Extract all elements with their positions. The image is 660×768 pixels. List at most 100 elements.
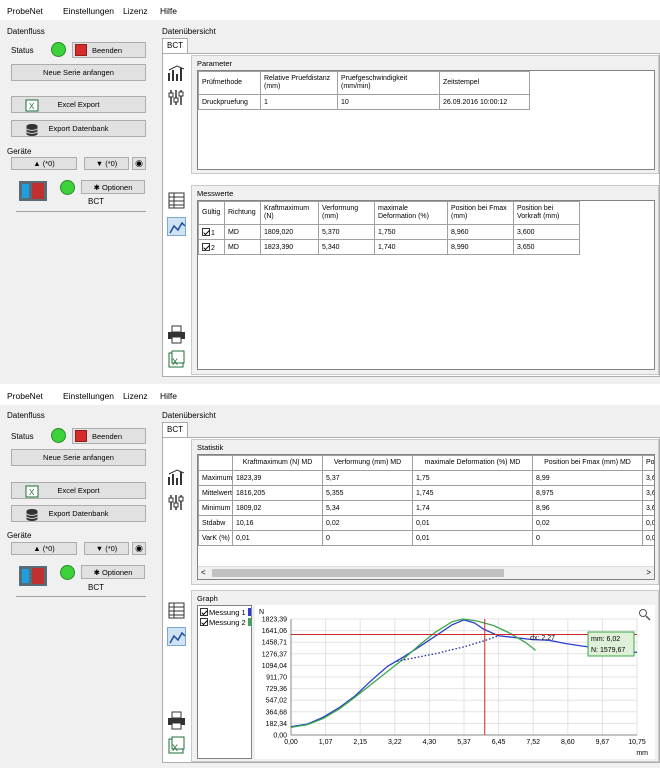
legend-checkbox[interactable] xyxy=(200,618,208,626)
excel-export-icon[interactable]: X xyxy=(167,350,186,369)
stat-cell[interactable]: 0 xyxy=(322,530,413,546)
mess-cell[interactable]: 8,960 xyxy=(447,224,514,240)
stat-cell[interactable]: 0 xyxy=(532,530,643,546)
scroll-left-icon[interactable]: < xyxy=(201,568,206,577)
legend-checkbox[interactable] xyxy=(200,608,208,616)
table-icon[interactable] xyxy=(167,191,186,210)
force-deformation-chart[interactable]: 0,00 1,07 2,15 3,22 4,30 5,37 6,45 7,52 8,60 9,67… xyxy=(255,605,655,759)
stat-cell[interactable]: 5,34 xyxy=(322,500,413,516)
stat-cell[interactable]: 0,01 xyxy=(232,530,323,546)
up-button[interactable]: ▲ (*0) xyxy=(11,157,77,170)
stat-cell[interactable]: 3,6 xyxy=(642,500,654,516)
stat-cell[interactable]: 0,01 xyxy=(642,530,654,546)
beenden-button[interactable]: Beenden xyxy=(72,42,146,58)
stat-cell[interactable]: 10,16 xyxy=(232,515,323,531)
sliders-icon[interactable] xyxy=(167,493,186,512)
stat-cell[interactable]: 0,01 xyxy=(412,515,533,531)
stat-cell[interactable]: 0,02 xyxy=(532,515,643,531)
table-row[interactable]: 2 MD 1823,390 5,340 1,740 8,990 3,650 xyxy=(198,239,580,255)
statistics-icon[interactable] xyxy=(167,64,186,83)
menu-einstellungen[interactable]: Einstellungen xyxy=(63,6,114,16)
tab-bct[interactable]: BCT xyxy=(162,38,188,54)
stat-cell[interactable]: 0,02 xyxy=(322,515,413,531)
mess-cell[interactable]: 5,340 xyxy=(318,239,375,255)
mess-cell[interactable]: 1,740 xyxy=(374,239,448,255)
table-row[interactable]: Minimum 1809,02 5,34 1,74 8,96 3,6 xyxy=(198,500,654,516)
excel-export-icon[interactable]: X xyxy=(167,736,186,755)
graph-canvas[interactable]: 0,00 1,07 2,15 3,22 4,30 5,37 6,45 7,52 8,60 9,67… xyxy=(255,605,655,759)
stat-cell[interactable]: 8,975 xyxy=(532,485,643,501)
mess-cell[interactable]: 3,650 xyxy=(513,239,580,255)
valid-cell[interactable]: 1 xyxy=(198,224,225,240)
eye-button[interactable]: ◉ xyxy=(132,157,146,170)
mess-cell[interactable]: 1809,020 xyxy=(260,224,319,240)
statistics-icon[interactable] xyxy=(167,468,186,487)
menu-einstellungen[interactable]: Einstellungen xyxy=(63,391,114,401)
legend-item-messung-1[interactable]: Messung 1 xyxy=(200,608,251,617)
down-button[interactable]: ▼ (*0) xyxy=(84,542,129,555)
export-datenbank-button[interactable]: Export Datenbank xyxy=(11,120,146,137)
neue-serie-button[interactable]: Neue Serie anfangen xyxy=(11,64,146,81)
stat-cell[interactable]: 1,75 xyxy=(412,470,533,486)
horizontal-scrollbar[interactable]: < > xyxy=(198,566,654,579)
param-cell[interactable]: 10 xyxy=(337,94,440,110)
zoom-icon[interactable] xyxy=(639,609,651,621)
eye-button[interactable]: ◉ xyxy=(132,542,146,555)
down-button[interactable]: ▼ (*0) xyxy=(84,157,129,170)
menu-lizenz[interactable]: Lizenz xyxy=(123,391,148,401)
menu-hilfe[interactable]: Hilfe xyxy=(160,6,177,16)
stat-cell[interactable]: 3,65 xyxy=(642,470,654,486)
stat-cell[interactable]: 1,74 xyxy=(412,500,533,516)
neue-serie-button[interactable]: Neue Serie anfangen xyxy=(11,449,146,466)
stat-cell[interactable]: 5,37 xyxy=(322,470,413,486)
mess-cell[interactable]: 8,990 xyxy=(447,239,514,255)
graph-icon[interactable] xyxy=(167,627,186,646)
valid-checkbox[interactable] xyxy=(202,242,210,251)
beenden-button[interactable]: Beenden xyxy=(72,428,146,444)
table-row[interactable]: VarK (%)0,0100,0100,01 xyxy=(198,530,654,546)
stat-cell[interactable]: 1,745 xyxy=(412,485,533,501)
stat-cell[interactable]: 3,62 xyxy=(642,485,654,501)
param-cell[interactable]: 26.09.2016 10:00:12 xyxy=(439,94,530,110)
menu-lizenz[interactable]: Lizenz xyxy=(123,6,148,16)
mess-cell[interactable]: 1,750 xyxy=(374,224,448,240)
table-icon[interactable] xyxy=(167,601,186,620)
stat-cell[interactable]: 1809,02 xyxy=(232,500,323,516)
valid-cell[interactable]: 2 xyxy=(198,239,225,255)
param-cell[interactable]: Druckpruefung xyxy=(198,94,261,110)
optionen-button[interactable]: ✱ Optionen xyxy=(81,180,145,194)
stat-cell[interactable]: 8,99 xyxy=(532,470,643,486)
table-row[interactable]: 1 MD 1809,020 5,370 1,750 8,960 3,600 xyxy=(198,224,580,240)
menu-hilfe[interactable]: Hilfe xyxy=(160,391,177,401)
stat-cell[interactable]: 1816,205 xyxy=(232,485,323,501)
mess-cell[interactable]: 1823,390 xyxy=(260,239,319,255)
graph-icon[interactable] xyxy=(167,217,186,236)
stat-cell[interactable]: 5,355 xyxy=(322,485,413,501)
sliders-icon[interactable] xyxy=(167,88,186,107)
up-button[interactable]: ▲ (*0) xyxy=(11,542,77,555)
stat-cell[interactable]: 0,04 xyxy=(642,515,654,531)
menu-probenet[interactable]: ProbeNet xyxy=(7,6,43,16)
menu-probenet[interactable]: ProbeNet xyxy=(7,391,43,401)
valid-checkbox[interactable] xyxy=(202,227,210,236)
printer-icon[interactable] xyxy=(167,711,186,730)
stat-cell[interactable]: 8,96 xyxy=(532,500,643,516)
excel-export-button[interactable]: X Excel Export xyxy=(11,96,146,113)
tab-bct[interactable]: BCT xyxy=(162,422,188,438)
printer-icon[interactable] xyxy=(167,325,186,344)
table-row[interactable]: Mittelwert1816,2055,3551,7458,9753,62 xyxy=(198,485,654,501)
param-cell[interactable]: 1 xyxy=(260,94,338,110)
optionen-button[interactable]: ✱ Optionen xyxy=(81,565,145,579)
export-datenbank-button[interactable]: Export Datenbank xyxy=(11,505,146,522)
legend-item-messung-2[interactable]: Messung 2 xyxy=(200,618,251,627)
table-row[interactable]: Stdabw10,160,020,010,020,04 xyxy=(198,515,654,531)
excel-export-button[interactable]: X Excel Export xyxy=(11,482,146,499)
mess-cell[interactable]: MD xyxy=(224,224,261,240)
table-row[interactable]: Maximum1823,395,371,758,993,65 xyxy=(198,470,654,486)
mess-cell[interactable]: 5,370 xyxy=(318,224,375,240)
stat-cell[interactable]: 1823,39 xyxy=(232,470,323,486)
scrollbar-thumb[interactable] xyxy=(212,569,504,577)
stat-cell[interactable]: 0,01 xyxy=(412,530,533,546)
mess-cell[interactable]: MD xyxy=(224,239,261,255)
scroll-right-icon[interactable]: > xyxy=(646,568,651,577)
